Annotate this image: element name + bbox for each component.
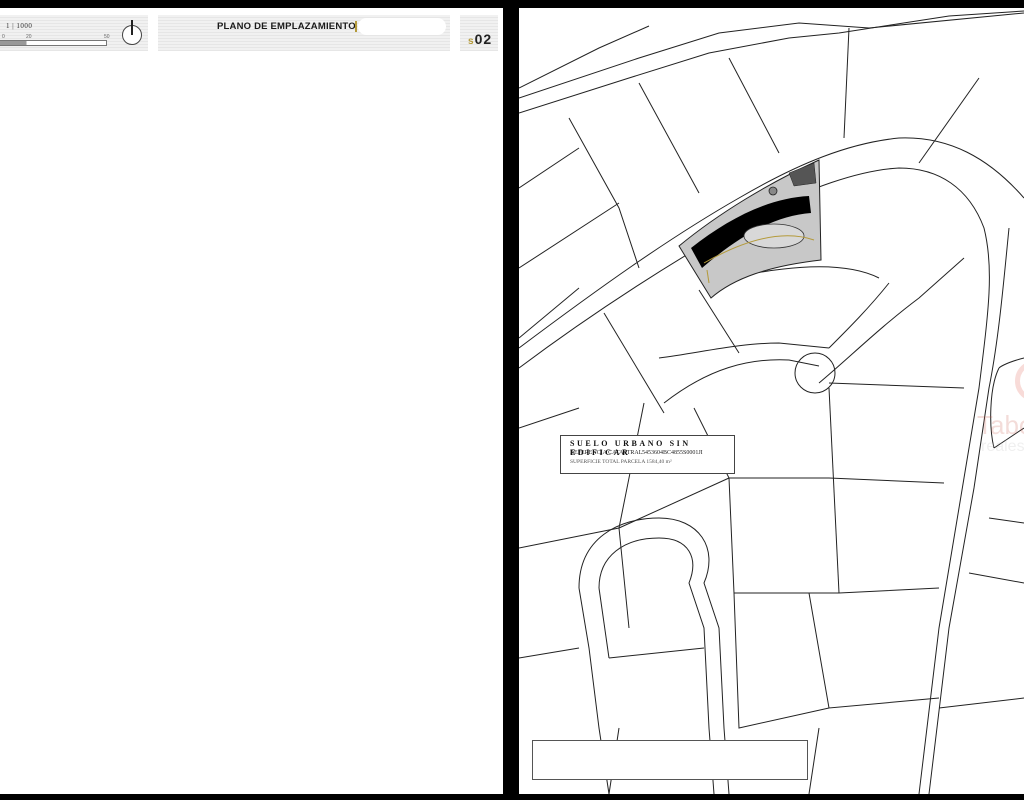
legend-box	[532, 740, 808, 780]
plan-title: PLANO DE EMPLAZAMIENTO	[217, 21, 356, 32]
title-blank-field	[358, 18, 446, 35]
right-sheet-site-plan: Tabora realestate SUELO URBANO SIN EDIFI…	[519, 8, 1024, 794]
left-sheet: 1 | 1000 0 20 50 PLANO DE EMPLAZAMIENTO …	[0, 8, 503, 794]
north-arrow-icon	[122, 20, 142, 45]
scale-label: 1 | 1000	[6, 22, 33, 30]
reference-value: 5453604BC4855S0001JI	[642, 450, 703, 456]
scale-bar	[0, 40, 107, 46]
title-panel: PLANO DE EMPLAZAMIENTO	[158, 15, 450, 51]
sheet-number-panel: s02	[460, 15, 498, 51]
surface-text: SUPERFICIE TOTAL PARCELA 1584,40 m²	[570, 459, 672, 465]
watermark-brand: Tabora	[977, 410, 1024, 440]
parcel-info-box: SUELO URBANO SIN EDIFICAR REFERENCIA CAT…	[560, 435, 735, 474]
site-plan-map	[519, 10, 1024, 794]
sun-icon	[1015, 360, 1024, 402]
scale-panel: 1 | 1000 0 20 50	[0, 15, 148, 51]
watermark-sub: realestate	[981, 438, 1024, 455]
reference-label: REFERENCIA CATASTRAL	[570, 450, 643, 456]
watermark-logo: Tabora realestate	[977, 348, 1024, 468]
sheet-number: s02	[468, 31, 493, 47]
accent-bar	[355, 21, 357, 32]
